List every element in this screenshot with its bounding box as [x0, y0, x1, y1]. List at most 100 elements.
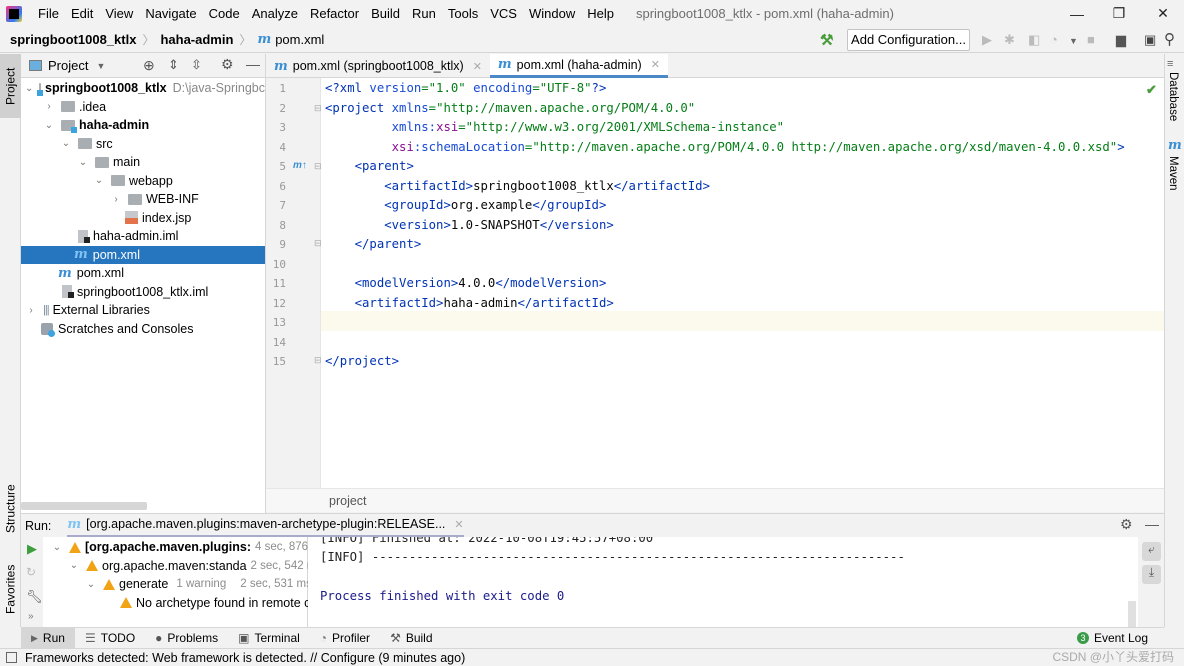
tree-item-pom-xml-selected[interactable]: m pom.xml — [21, 245, 265, 264]
close-icon[interactable]: ✕ — [473, 60, 482, 73]
bottom-tool-tabs: ▶ Run ☰ TODO ● Problems ▣ Terminal ◔ Profiler… — [21, 627, 1164, 649]
menu-vcs[interactable]: VCS — [484, 0, 523, 27]
tree-item-root[interactable]: ⌄ springboot1008_ktlx D:\java-Springbc — [21, 79, 265, 98]
coverage-icon[interactable]: ◧ — [1028, 32, 1040, 48]
tree-item-root-pom-xml[interactable]: m pom.xml — [21, 264, 265, 283]
menu-help[interactable]: Help — [581, 0, 620, 27]
close-icon[interactable]: ✕ — [651, 58, 660, 71]
run-tree-item[interactable]: ⌄ org.apache.maven:standa 2 sec, 542 ms — [68, 557, 322, 576]
project-structure-icon[interactable]: ▆ — [1116, 32, 1126, 48]
gear-icon[interactable]: ⚙ — [1120, 516, 1133, 533]
more-icon[interactable]: » — [28, 611, 34, 622]
menu-navigate[interactable]: Navigate — [139, 0, 202, 27]
code-editor[interactable]: m↑ ⊟ ⊟ ⊟ ⊟ <?xml version="1.0" encoding=… — [266, 78, 1164, 488]
wrench-icon[interactable]: 🔧︎ — [26, 589, 43, 605]
close-button[interactable]: ✕ — [1140, 0, 1184, 27]
bottom-tab-todo[interactable]: ☰ TODO — [75, 628, 145, 649]
tab-haha-admin-pom[interactable]: m pom.xml (haha-admin) ✕ — [489, 54, 668, 78]
profile-icon[interactable]: ◔ — [1050, 32, 1058, 47]
status-toggle-icon[interactable] — [6, 652, 17, 663]
locate-icon[interactable]: ⊕ — [143, 57, 155, 74]
tree-item-index-jsp[interactable]: index.jsp — [21, 209, 265, 228]
stop-icon[interactable]: ■ — [1087, 32, 1095, 47]
tool-tab-project[interactable]: Project — [0, 54, 21, 118]
minimize-button[interactable]: — — [1054, 0, 1100, 27]
tree-item-root-iml[interactable]: springboot1008_ktlx.iml — [21, 283, 265, 302]
toggle-tree-icon[interactable]: ↻ — [26, 565, 36, 579]
gear-icon[interactable]: ⚙ — [221, 56, 234, 73]
line-number: 8 — [279, 218, 286, 232]
menu-refactor[interactable]: Refactor — [304, 0, 365, 27]
fold-icon[interactable]: ⊟ — [314, 103, 322, 114]
console-scrollbar[interactable] — [1128, 601, 1136, 627]
tree-item-haha-admin[interactable]: ⌄ haha-admin — [21, 116, 265, 135]
tree-item-web-inf[interactable]: › WEB-INF — [21, 190, 265, 209]
menu-tools[interactable]: Tools — [442, 0, 484, 27]
tab-root-pom[interactable]: m pom.xml (springboot1008_ktlx) ✕ — [266, 54, 490, 78]
menu-file[interactable]: File — [32, 0, 65, 27]
tool-tab-structure[interactable]: Structure — [0, 474, 21, 544]
expand-all-icon[interactable]: ⇕ — [168, 57, 179, 73]
bottom-tab-problems[interactable]: ● Problems — [145, 628, 228, 649]
tree-item-idea[interactable]: › .idea — [21, 98, 265, 117]
bottom-tab-build[interactable]: ⚒ Build — [380, 628, 442, 649]
soft-wrap-icon[interactable]: ⤶ — [1142, 542, 1161, 561]
bottom-tab-terminal[interactable]: ▣ Terminal — [228, 628, 310, 649]
tree-item-haha-admin-iml[interactable]: haha-admin.iml — [21, 227, 265, 246]
tool-tab-database[interactable]: Database — [1167, 72, 1179, 121]
tree-item-external-libraries[interactable]: › ||| External Libraries — [21, 301, 265, 320]
console-line: [INFO] ---------------------------------… — [320, 550, 905, 564]
tree-item-main[interactable]: ⌄ main — [21, 153, 265, 172]
fold-icon[interactable]: ⊟ — [314, 355, 322, 366]
search-icon[interactable]: ⚲ — [1164, 30, 1175, 48]
line-number: 13 — [272, 316, 286, 329]
tool-tab-favorites[interactable]: Favorites — [0, 554, 21, 624]
debug-icon[interactable]: ✱ — [1004, 32, 1015, 48]
breadcrumb-module[interactable]: haha-admin — [160, 32, 233, 47]
run-icon[interactable]: ▶ — [982, 32, 992, 48]
add-configuration-button[interactable]: Add Configuration... — [847, 29, 970, 51]
run-tab[interactable]: m [org.apache.maven.plugins:maven-archet… — [67, 514, 464, 538]
run-tree-item[interactable]: No archetype found in remote c — [120, 594, 310, 613]
tree-item-webapp[interactable]: ⌄ webapp — [21, 172, 265, 191]
menu-build[interactable]: Build — [365, 0, 406, 27]
fold-icon[interactable]: ⊟ — [314, 161, 322, 172]
collapse-all-icon[interactable]: ⇳ — [191, 57, 202, 73]
warning-icon — [103, 578, 115, 590]
hide-panel-icon[interactable]: — — [246, 56, 260, 72]
run-tree-item[interactable]: ⌄ generate 1 warning 2 sec, 531 ms — [85, 575, 312, 594]
fold-icon[interactable]: ⊟ — [314, 238, 322, 249]
chevron-down-icon[interactable]: ▼ — [96, 61, 105, 71]
maximize-button[interactable]: ❐ — [1096, 0, 1142, 27]
maven-parent-gutter-icon[interactable]: m↑ — [293, 160, 307, 171]
menu-code[interactable]: Code — [203, 0, 246, 27]
close-icon[interactable]: ✕ — [454, 518, 463, 531]
bottom-tab-run[interactable]: ▶ Run — [21, 627, 75, 649]
event-log-button[interactable]: 3 Event Log — [1067, 628, 1158, 649]
menu-analyze[interactable]: Analyze — [246, 0, 304, 27]
menu-run[interactable]: Run — [406, 0, 442, 27]
menu-window[interactable]: Window — [523, 0, 581, 27]
hide-panel-icon[interactable]: — — [1145, 516, 1159, 532]
menu-view[interactable]: View — [99, 0, 139, 27]
rerun-icon[interactable]: ▶ — [27, 541, 37, 557]
horizontal-scrollbar[interactable] — [21, 502, 147, 510]
terminal-window-icon[interactable]: ▣ — [1144, 32, 1156, 48]
run-tree-item[interactable]: ⌄ [org.apache.maven.plugins: 4 sec, 876 ms — [51, 538, 327, 557]
scroll-to-end-icon[interactable]: ⤓ — [1142, 565, 1161, 584]
tree-item-src[interactable]: ⌄ src — [21, 135, 265, 154]
tree-item-scratches[interactable]: Scratches and Consoles — [21, 320, 265, 339]
breadcrumb-file[interactable]: pom.xml — [275, 32, 324, 47]
status-message[interactable]: Frameworks detected: Web framework is de… — [25, 651, 465, 665]
no-problems-check-icon[interactable]: ✔ — [1146, 82, 1157, 98]
build-hammer-icon[interactable]: ⚒ — [820, 31, 833, 49]
editor-breadcrumb-project[interactable]: project — [329, 494, 367, 508]
console-output[interactable]: [INFO] Finished at: 2022-10-08T19:45:57+… — [308, 537, 1138, 627]
code-line-12: <artifactId>haha-admin</artifactId> — [354, 295, 614, 310]
breadcrumb-project[interactable]: springboot1008_ktlx — [10, 32, 136, 47]
tool-tab-maven[interactable]: Maven — [1167, 156, 1179, 191]
menu-edit[interactable]: Edit — [65, 0, 99, 27]
bottom-tab-profiler[interactable]: ◔ Profiler — [310, 628, 380, 649]
project-view-selector[interactable]: Project — [48, 58, 88, 73]
chevron-down-icon[interactable]: ▼ — [1069, 36, 1078, 46]
